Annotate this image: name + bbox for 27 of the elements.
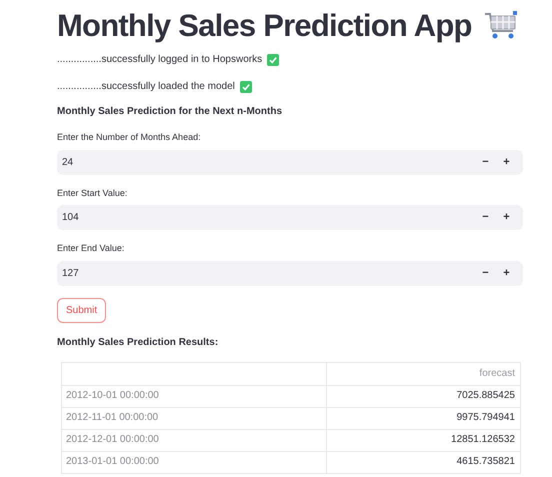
page-title: Monthly Sales Prediction App (57, 7, 472, 45)
column-header: forecast (479, 368, 515, 378)
table-cell: 7025.885425 (456, 390, 515, 401)
increment-button[interactable]: + (496, 209, 517, 226)
decrement-button[interactable]: − (475, 209, 496, 226)
status-message: ................successfully logged in to Hopsworks (57, 53, 262, 67)
table-cell: 9975.794941 (456, 412, 515, 423)
decrement-button[interactable]: − (475, 264, 496, 282)
increment-button[interactable]: + (496, 154, 517, 170)
results-heading: Monthly Sales Prediction Results: (57, 336, 220, 350)
row-index: 2012-11-01 00:00:00 (66, 412, 158, 423)
increment-button[interactable]: + (496, 264, 517, 282)
field-label: Enter Start Value: (57, 186, 128, 200)
status-message: ................successfully loaded the model (57, 80, 235, 94)
field-label: Enter the Number of Months Ahead: (57, 131, 202, 144)
decrement-button[interactable]: − (475, 154, 496, 170)
field-label: Enter End Value: (57, 242, 126, 255)
row-index: 2012-12-01 00:00:00 (66, 434, 159, 445)
section-heading: Monthly Sales Prediction for the Next n-Months (57, 105, 284, 119)
table-cell: 4615.735821 (456, 456, 515, 467)
row-index: 2012-10-01 00:00:00 (66, 390, 159, 401)
number-input[interactable]: 104 − + (57, 205, 523, 230)
row-index: 2013-01-01 00:00:00 (66, 456, 159, 467)
number-input[interactable]: 127 − + (57, 260, 523, 286)
number-input[interactable]: 24 − + (57, 150, 523, 174)
shopping-cart-icon (484, 11, 518, 41)
table-cell: 12851.126532 (451, 434, 515, 445)
